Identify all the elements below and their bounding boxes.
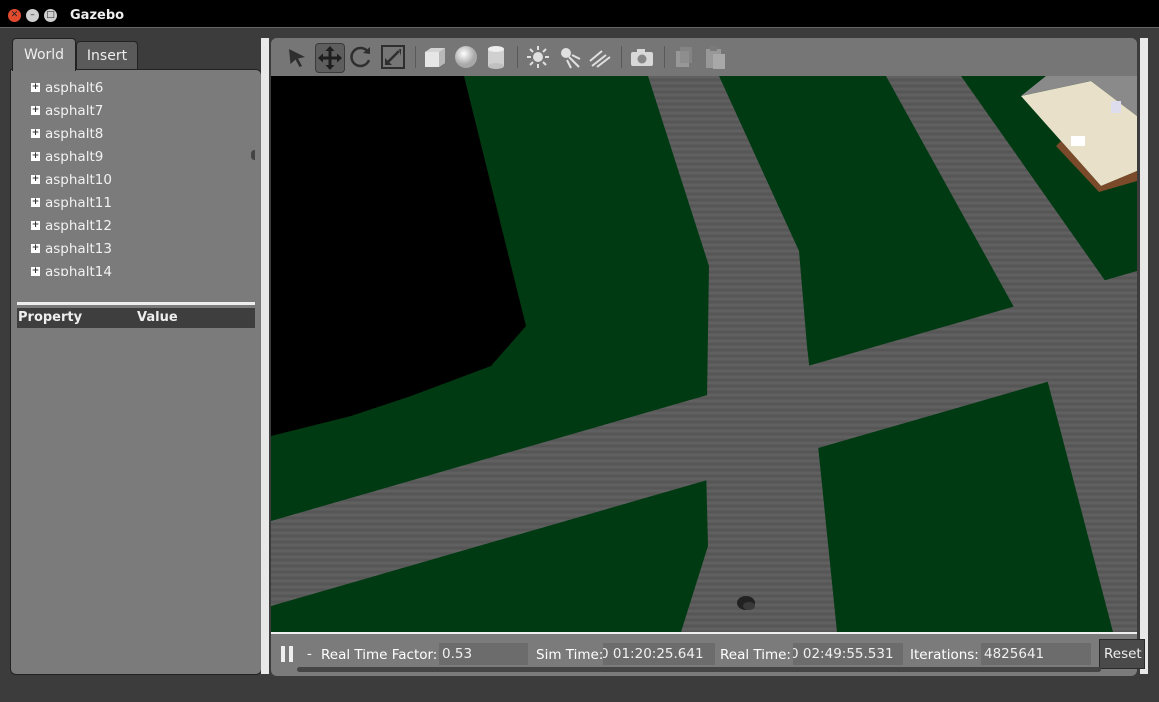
3d-viewport[interactable] <box>271 76 1137 632</box>
tree-item[interactable]: + asphalt6 <box>31 78 104 98</box>
tree-item[interactable]: + asphalt11 <box>31 193 112 213</box>
real-time-factor-label: Real Time Factor: <box>321 647 438 663</box>
right-panel-divider[interactable] <box>1140 38 1148 674</box>
tree-item[interactable]: + asphalt13 <box>31 239 112 259</box>
scale-icon[interactable] <box>379 43 407 71</box>
left-panel: World Insert + asphalt6 + asphalt7 + asphal… <box>10 38 262 675</box>
translate-icon[interactable] <box>315 43 345 73</box>
toolbar-separator <box>415 46 416 68</box>
paste-icon[interactable] <box>701 43 729 71</box>
real-time-field: 0 02:49:55.531 <box>793 643 903 665</box>
tree-item-label: asphalt8 <box>45 126 104 142</box>
step-indicator: - <box>307 646 312 662</box>
tree-item[interactable]: + asphalt9 <box>31 147 104 167</box>
tree-item[interactable]: + asphalt14 <box>31 262 112 276</box>
window-title: Gazebo <box>70 8 125 23</box>
box-icon[interactable] <box>421 43 449 71</box>
tree-item-label: asphalt13 <box>45 241 112 257</box>
tree-item[interactable]: + asphalt7 <box>31 101 104 121</box>
tree-item-label: asphalt11 <box>45 195 112 211</box>
screenshot-icon[interactable] <box>628 43 656 71</box>
copy-icon[interactable] <box>670 43 698 71</box>
iterations-field: 4825641 <box>981 643 1091 665</box>
pause-icon <box>281 646 285 662</box>
tree-item-label: asphalt14 <box>45 264 112 276</box>
select-arrow-icon[interactable] <box>283 43 311 71</box>
maximize-window-button[interactable]: □ <box>44 9 57 22</box>
iterations-label: Iterations: <box>910 647 979 663</box>
expand-icon[interactable]: + <box>31 152 40 161</box>
panel-divider[interactable] <box>261 38 269 674</box>
toolbar-separator <box>517 46 518 68</box>
close-window-button[interactable]: ✕ <box>8 9 21 22</box>
expand-icon[interactable]: + <box>31 83 40 92</box>
directional-light-icon[interactable] <box>586 43 614 71</box>
expand-icon[interactable]: + <box>31 198 40 207</box>
expand-icon[interactable]: + <box>31 106 40 115</box>
spot-light-icon[interactable] <box>555 43 583 71</box>
expand-icon[interactable]: + <box>31 267 40 276</box>
real-time-factor-field: 0.53 <box>439 643 528 665</box>
point-light-icon[interactable] <box>524 43 552 71</box>
panel-splitter[interactable] <box>17 302 255 305</box>
world-panel: + asphalt6 + asphalt7 + asphalt8 + asphalt9 … <box>10 69 262 675</box>
title-bar: ✕ – □ Gazebo <box>0 0 1159 28</box>
scene-panel: - Real Time Factor: 0.53 Sim Time: 0 01:… <box>271 38 1145 676</box>
reset-button[interactable]: Reset <box>1099 639 1145 669</box>
tree-item-label: asphalt12 <box>45 218 112 234</box>
robot-model <box>737 596 755 610</box>
tree-scrollbar-handle[interactable] <box>251 150 255 160</box>
tree-item[interactable]: + asphalt10 <box>31 170 112 190</box>
toolbar <box>271 38 1137 76</box>
sphere-icon[interactable] <box>452 43 480 71</box>
tree-item[interactable]: + asphalt12 <box>31 216 112 236</box>
minimize-window-button[interactable]: – <box>26 9 39 22</box>
toolbar-separator <box>621 46 622 68</box>
expand-icon[interactable]: + <box>31 175 40 184</box>
tab-insert[interactable]: Insert <box>76 41 138 70</box>
tree-item[interactable]: + asphalt8 <box>31 124 104 144</box>
sim-time-field: 0 01:20:25.641 <box>603 643 715 665</box>
tree-item-label: asphalt10 <box>45 172 112 188</box>
scene-render <box>271 76 1137 632</box>
value-column-header: Value <box>137 310 178 325</box>
status-bar: - Real Time Factor: 0.53 Sim Time: 0 01:… <box>271 632 1145 676</box>
pause-button[interactable] <box>281 646 295 662</box>
tree-item-label: asphalt7 <box>45 103 104 119</box>
pause-icon <box>289 646 293 662</box>
tab-world[interactable]: World <box>12 38 76 71</box>
expand-icon[interactable]: + <box>31 129 40 138</box>
model-tree[interactable]: + asphalt6 + asphalt7 + asphalt8 + asphalt9 … <box>17 78 255 276</box>
tree-item-label: asphalt6 <box>45 80 104 96</box>
property-column-header: Property <box>18 310 83 325</box>
cylinder-icon[interactable] <box>482 43 510 71</box>
tree-item-label: asphalt9 <box>45 149 104 165</box>
status-scrollbar[interactable] <box>297 667 1101 672</box>
rotate-icon[interactable] <box>347 43 375 71</box>
sim-time-label: Sim Time: <box>536 647 604 663</box>
expand-icon[interactable]: + <box>31 244 40 253</box>
property-table-header: Property Value <box>17 308 255 328</box>
real-time-label: Real Time: <box>720 647 791 663</box>
toolbar-separator <box>664 46 665 68</box>
expand-icon[interactable]: + <box>31 221 40 230</box>
